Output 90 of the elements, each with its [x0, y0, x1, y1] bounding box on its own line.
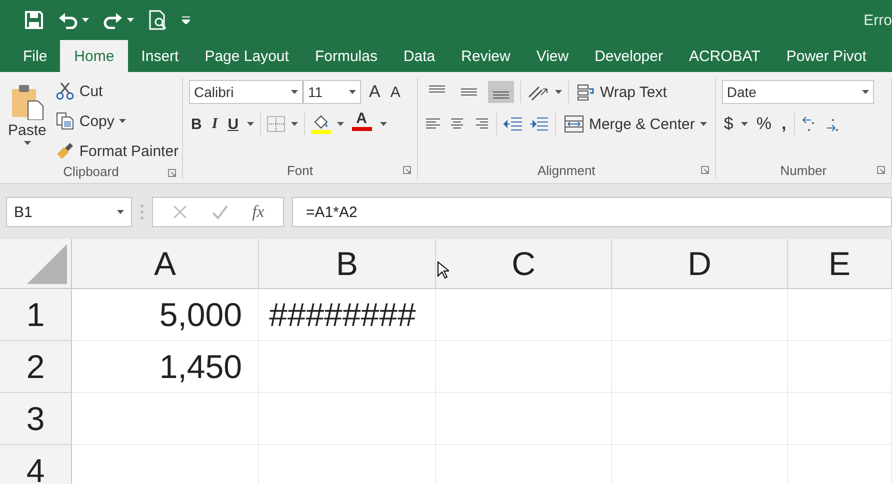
copy-button[interactable]: Copy	[54, 108, 181, 134]
table-cell: ########	[259, 289, 436, 341]
undo-dropdown-icon[interactable]	[82, 18, 89, 22]
number-format-combo[interactable]: Date	[722, 80, 874, 104]
ribbon-tab[interactable]: View	[523, 40, 582, 72]
dialog-launcher-icon[interactable]	[402, 166, 411, 174]
column-header[interactable]: B	[259, 239, 436, 289]
ribbon-tab[interactable]: File	[10, 40, 60, 72]
select-all-triangle-icon	[27, 244, 67, 284]
column-header[interactable]: A	[72, 239, 259, 289]
ribbon-tab[interactable]: ACROBAT	[676, 40, 774, 72]
paste-button[interactable]: Paste	[6, 78, 48, 164]
dropdown-caret-icon[interactable]	[862, 90, 869, 94]
wrap-text-icon	[576, 83, 595, 101]
column-header[interactable]: D	[612, 239, 788, 289]
ribbon-tab[interactable]: Page Layout	[192, 40, 302, 72]
merge-cells-icon	[564, 115, 584, 133]
ribbon-tab[interactable]: Review	[448, 40, 524, 72]
dropdown-caret-icon[interactable]	[117, 210, 124, 214]
bottom-align-icon[interactable]	[488, 81, 514, 103]
ribbon-tab[interactable]: Insert	[128, 40, 192, 72]
scissors-icon	[56, 82, 74, 100]
align-left-icon[interactable]	[424, 117, 442, 131]
column-header[interactable]: C	[436, 239, 612, 289]
font-size-combo[interactable]: 11	[303, 80, 361, 104]
increase-indent-icon[interactable]	[528, 116, 549, 132]
ribbon-tab[interactable]: Power Pivot	[773, 40, 880, 72]
paintbrush-icon	[56, 142, 74, 160]
underline-button[interactable]: U	[226, 111, 241, 137]
dropdown-caret-icon[interactable]	[291, 90, 298, 94]
ribbon-tab[interactable]: Data	[390, 40, 448, 72]
fill-color-icon[interactable]	[310, 114, 331, 134]
group-label: Number	[780, 162, 827, 178]
clipboard-icon	[10, 84, 44, 120]
formula-input[interactable]: =A1*A2	[292, 197, 892, 227]
paste-dropdown-icon[interactable]	[24, 141, 31, 145]
orientation-dropdown-icon[interactable]	[554, 90, 562, 94]
grow-font-button[interactable]: A	[367, 79, 382, 105]
currency-button[interactable]: $	[722, 111, 736, 137]
currency-dropdown-icon[interactable]	[741, 122, 748, 126]
table-cell: 1,450	[72, 341, 259, 393]
mouse-pointer-icon	[437, 261, 449, 279]
dropdown-caret-icon[interactable]	[349, 90, 356, 94]
font-color-bar-icon	[352, 127, 372, 131]
dialog-launcher-icon[interactable]	[877, 166, 885, 174]
fill-color-dropdown-icon[interactable]	[336, 122, 344, 126]
row-header[interactable]: 4	[0, 445, 72, 484]
undo-icon[interactable]	[58, 11, 78, 29]
formula-bar-grip-icon[interactable]	[140, 203, 144, 221]
format-painter-button[interactable]: Format Painter	[54, 138, 181, 164]
save-icon[interactable]	[24, 10, 44, 30]
font-color-button[interactable]: A	[350, 111, 374, 137]
row-header[interactable]: 2	[0, 341, 72, 393]
row-header[interactable]: 3	[0, 393, 72, 445]
ribbon-tab[interactable]: Formulas	[302, 40, 390, 72]
redo-icon[interactable]	[103, 11, 123, 29]
decrease-indent-icon[interactable]	[502, 116, 523, 132]
font-color-dropdown-icon[interactable]	[380, 122, 387, 126]
customize-toolbar-icon[interactable]	[182, 16, 190, 24]
group-label: Alignment	[537, 162, 596, 178]
redo-dropdown-icon[interactable]	[127, 18, 134, 22]
enter-check-icon[interactable]	[210, 204, 229, 220]
copy-icon	[56, 112, 74, 130]
merge-center-button[interactable]: Merge & Center	[562, 111, 709, 137]
borders-icon[interactable]	[266, 116, 285, 132]
cut-button[interactable]: Cut	[54, 78, 181, 104]
dialog-launcher-icon[interactable]	[700, 166, 709, 174]
copy-dropdown-icon[interactable]	[119, 119, 126, 123]
wrap-text-button[interactable]: Wrap Text	[574, 79, 669, 105]
table-cell: 5,000	[72, 289, 259, 341]
shrink-font-button[interactable]: A	[388, 79, 402, 105]
column-header[interactable]: E	[788, 239, 892, 289]
comma-style-button[interactable]: ,	[779, 111, 788, 137]
font-name-combo[interactable]: Calibri	[189, 80, 303, 104]
underline-dropdown-icon[interactable]	[246, 122, 254, 126]
group-label: Clipboard	[63, 164, 119, 179]
insert-function-button[interactable]: fx	[252, 202, 264, 222]
italic-button[interactable]: I	[210, 111, 220, 137]
row-header[interactable]: 1	[0, 289, 72, 341]
ribbon-tab[interactable]: Home	[60, 40, 128, 72]
percent-button[interactable]: %	[754, 111, 774, 137]
window-title: Erro	[864, 12, 892, 28]
dialog-launcher-icon[interactable]	[168, 169, 176, 177]
merge-dropdown-icon[interactable]	[700, 122, 707, 126]
group-label: Font	[286, 162, 313, 178]
borders-dropdown-icon[interactable]	[290, 122, 298, 126]
ribbon-tab[interactable]: Developer	[582, 40, 676, 72]
name-box[interactable]: B1	[6, 197, 132, 227]
print-preview-icon[interactable]	[148, 10, 168, 30]
bold-button[interactable]: B	[189, 111, 204, 137]
